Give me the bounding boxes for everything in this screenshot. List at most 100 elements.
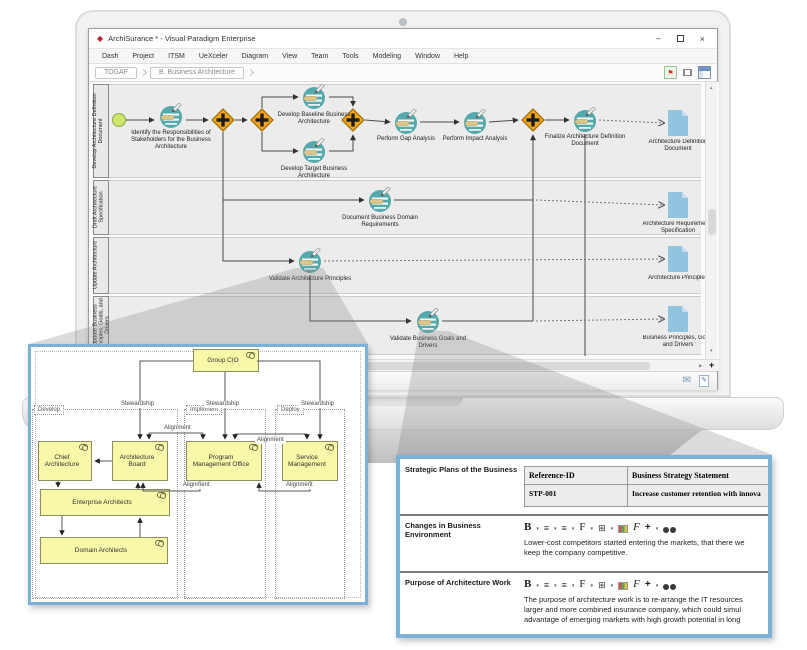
menu-window[interactable]: Window [408,53,447,60]
menu-help[interactable]: Help [447,53,475,60]
task-label: Document Business Domain Requirements [333,215,427,229]
task-icon-gap-analysis[interactable] [393,109,419,135]
fit-to-window-icon[interactable] [681,66,694,79]
document-icon[interactable] [667,109,689,137]
task-label: Identify the Responsibilities of Stakeho… [124,130,218,151]
rich-text-toolbar: B ▾ ≡ ▾ ≡ ▾ F ▾ ⊞ ▾ F + ▾ [524,576,676,590]
cell-strategy: Increase customer retention with innova [628,485,768,507]
menu-team[interactable]: Team [304,53,335,60]
binoculars-icon[interactable] [663,525,676,533]
menu-diagram[interactable]: Diagram [235,53,275,60]
list-icon[interactable]: ≡ [562,523,567,533]
document-label: Business Principles, Goals and Drivers [641,335,715,349]
close-button[interactable]: × [700,34,705,44]
flag-icon[interactable]: ⚑ [664,66,677,79]
scroll-right-icon[interactable]: ▶ [699,363,702,369]
document-label: Architecture Definition Document [641,139,715,153]
task-icon-target[interactable] [301,138,327,164]
caret-icon[interactable]: ▾ [572,525,575,533]
caret-icon[interactable]: ▾ [611,525,614,533]
architecture-vision-table-overlay: Strategic Plans of the Business Referenc… [396,455,772,638]
insert-table-icon[interactable]: ⊞ [598,580,606,590]
insert-image-icon[interactable] [618,582,628,590]
column-header-strategy: Business Strategy Statement [628,466,768,485]
task-icon-document-requirements[interactable] [367,187,393,213]
caret-icon[interactable]: ▾ [536,525,539,533]
title-bar: ◆ ArchiSurance * - Visual Paradigm Enter… [89,29,717,49]
bold-icon[interactable]: B [524,579,531,590]
minimize-button[interactable]: – [656,34,661,43]
insert-table-icon[interactable]: ⊞ [598,523,606,533]
menu-itsm[interactable]: ITSM [161,53,192,60]
breadcrumb-togaf[interactable]: TOGAF [95,67,137,79]
lane-label-draft: Draft Architecture Specification [94,180,110,235]
caret-icon[interactable]: ▾ [656,525,659,533]
edge-label-alignment: Alignment [255,437,286,444]
diagram-panel-icon[interactable] [698,66,711,79]
rich-text-toolbar: B ▾ ≡ ▾ ≡ ▾ F ▾ ⊞ ▾ F + ▾ [524,519,676,533]
breadcrumb-business-architecture[interactable]: B. Business Architecture [150,67,244,79]
menu-uexceler[interactable]: UeXceler [192,53,235,60]
row-label: Changes in Business Environment [405,521,519,539]
list-icon[interactable]: ≡ [562,580,567,590]
chevron-right-icon [140,69,147,76]
align-icon[interactable]: ≡ [544,580,549,590]
insert-image-icon[interactable] [618,525,628,533]
edge-label-alignment: Alignment [162,425,193,432]
caret-icon[interactable]: ▾ [656,582,659,590]
align-icon[interactable]: ≡ [544,523,549,533]
parallel-gateway-icon[interactable] [211,108,235,132]
task-icon-finalize[interactable] [572,107,598,133]
document-icon[interactable] [667,191,689,219]
lane-label-update-architecture: Update Architecture [94,237,110,294]
menu-project[interactable]: Project [125,53,161,60]
scroll-up-icon[interactable]: ▲ [709,85,713,90]
font-icon[interactable]: F [579,522,585,533]
document-icon[interactable] [667,245,689,273]
scroll-down-icon[interactable]: ▼ [709,348,713,353]
document-icon[interactable] [667,305,689,333]
pan-tool-icon[interactable]: + [709,360,714,370]
parallel-gateway-icon[interactable] [521,108,545,132]
maximize-button[interactable] [677,35,684,42]
insert-plus-icon[interactable]: + [645,580,651,590]
task-label: Finalize Architecture Definition Documen… [541,134,629,148]
menu-view[interactable]: View [275,53,304,60]
laptop-mockup-scene: ◆ ArchiSurance * - Visual Paradigm Enter… [0,0,807,650]
cell-reference-id: STP-001 [524,485,628,507]
function-icon[interactable]: F [633,522,640,533]
purpose-text-line: advantage of emerging markets with high … [524,615,768,625]
lane-label-develop: Develop Architecture Definition Document [93,84,109,178]
purpose-text-line: larger and more combined insurance compa… [524,605,768,615]
menu-dash[interactable]: Dash [95,53,125,60]
caret-icon[interactable]: ▾ [591,582,594,590]
task-icon-baseline[interactable] [301,84,327,110]
bold-icon[interactable]: B [524,522,531,533]
mail-icon[interactable]: ✉ [683,375,691,386]
caret-icon[interactable]: ▾ [611,582,614,590]
font-icon[interactable]: F [579,579,585,590]
edit-page-icon[interactable]: ✎ [699,375,709,387]
vertical-scrollbar[interactable]: ▲ ▼ [705,82,717,359]
task-label: Develop Baseline Business Architecture [267,112,361,126]
task-icon-identify[interactable] [158,103,184,129]
insert-plus-icon[interactable]: + [645,523,651,533]
task-icon-validate-goals[interactable] [415,308,441,334]
caret-icon[interactable]: ▾ [536,582,539,590]
start-event[interactable] [112,113,126,127]
edge-label-stewardship: Stewardship [299,401,336,408]
visual-paradigm-logo-icon: ◆ [97,34,103,43]
caret-icon[interactable]: ▾ [572,582,575,590]
caret-icon[interactable]: ▾ [554,582,557,590]
vertical-scroll-thumb[interactable] [708,209,716,235]
edge-label-stewardship: Stewardship [204,401,241,408]
binoculars-icon[interactable] [663,582,676,590]
menu-modeling[interactable]: Modeling [366,53,408,60]
caret-icon[interactable]: ▾ [554,525,557,533]
function-icon[interactable]: F [633,579,640,590]
caret-icon[interactable]: ▾ [591,525,594,533]
strategic-plans-table[interactable]: Reference-ID Business Strategy Statement… [524,466,768,507]
document-label: Architecture Requirements Specification [641,221,715,235]
task-icon-impact-analysis[interactable] [462,109,488,135]
menu-tools[interactable]: Tools [335,53,365,60]
